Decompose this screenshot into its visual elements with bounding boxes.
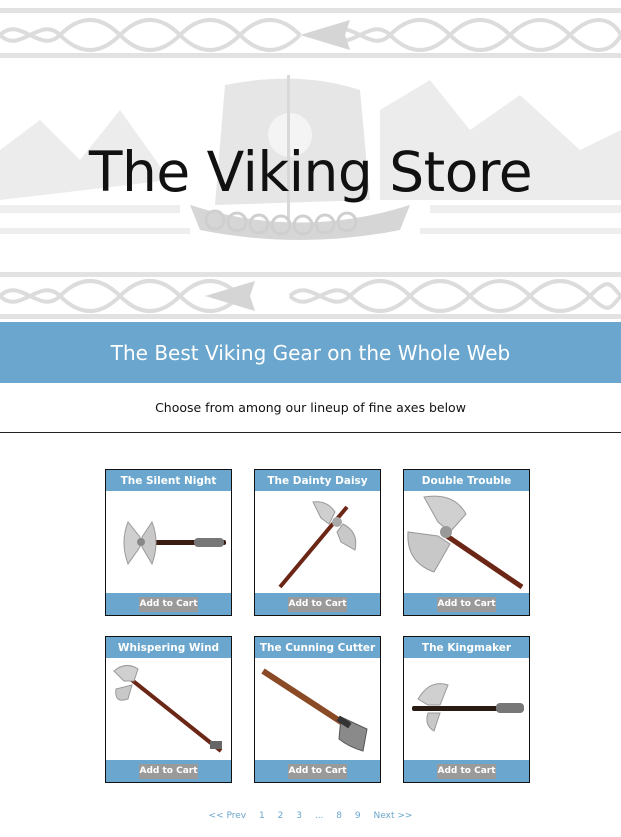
add-to-cart-button[interactable]: Add to Cart (437, 596, 496, 612)
divider (0, 432, 621, 433)
product-card: The Cunning Cutter Add to Cart (254, 636, 381, 783)
add-to-cart-button[interactable]: Add to Cart (139, 763, 198, 779)
product-image-axe[interactable] (404, 659, 529, 759)
product-name[interactable]: The Silent Night (106, 470, 231, 491)
pagination-page-9[interactable]: 9 (355, 811, 361, 821)
product-card: Double Trouble Add to Cart (403, 469, 530, 616)
product-image-axe[interactable] (404, 492, 529, 592)
add-to-cart-button[interactable]: Add to Cart (437, 763, 496, 779)
pagination-page-1[interactable]: 1 (259, 811, 265, 821)
product-card: The Dainty Daisy Add to Cart (254, 469, 381, 616)
product-image-axe[interactable] (255, 492, 380, 592)
pagination-page-2[interactable]: 2 (278, 811, 284, 821)
pagination-next[interactable]: Next >> (374, 811, 413, 821)
pagination-prev[interactable]: << Prev (209, 811, 247, 821)
product-image-axe[interactable] (106, 492, 231, 592)
product-name[interactable]: Double Trouble (404, 470, 529, 491)
add-to-cart-button[interactable]: Add to Cart (139, 596, 198, 612)
tagline-bar: The Best Viking Gear on the Whole Web (0, 322, 621, 383)
intro-text: Choose from among our lineup of fine axe… (155, 400, 466, 415)
product-name[interactable]: The Dainty Daisy (255, 470, 380, 491)
product-image-axe[interactable] (106, 659, 231, 759)
product-name[interactable]: Whispering Wind (106, 637, 231, 658)
store-title: The Viking Store (88, 140, 533, 204)
pagination-ellipsis: ... (314, 811, 324, 821)
add-to-cart-button[interactable]: Add to Cart (288, 763, 347, 779)
product-name[interactable]: The Kingmaker (404, 637, 529, 658)
add-to-cart-button[interactable]: Add to Cart (288, 596, 347, 612)
product-card: The Kingmaker Add to Cart (403, 636, 530, 783)
pagination-page-3[interactable]: 3 (296, 811, 302, 821)
product-card: Whispering Wind Add to Cart (105, 636, 232, 783)
pagination-page-8[interactable]: 8 (336, 811, 342, 821)
tagline-text: The Best Viking Gear on the Whole Web (110, 340, 511, 365)
product-image-axe[interactable] (255, 659, 380, 759)
header-banner: The Viking Store (0, 0, 621, 322)
product-name[interactable]: The Cunning Cutter (255, 637, 380, 658)
product-card: The Silent Night Add to Cart (105, 469, 232, 616)
pagination: << Prev 1 2 3 ... 8 9 Next >> (0, 811, 621, 821)
